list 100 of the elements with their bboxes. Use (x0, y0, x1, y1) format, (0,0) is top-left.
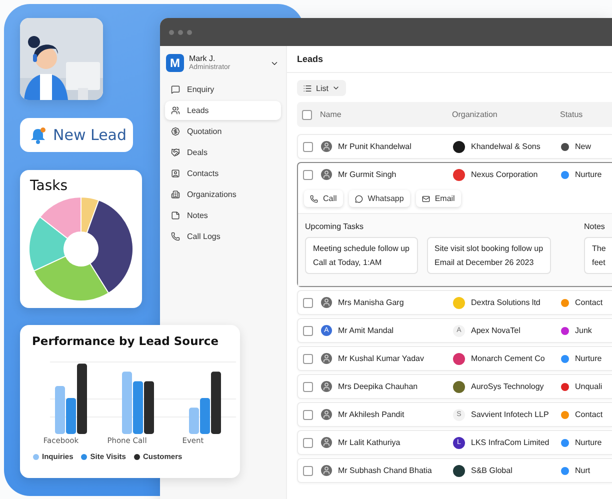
lead-name: Mr Subhash Chand Bhatia (338, 466, 432, 475)
avatar (321, 353, 332, 364)
section-title: Notes (584, 222, 606, 231)
avatar (321, 437, 332, 448)
status-label: Nurture (575, 354, 602, 363)
page-title: Leads (297, 54, 324, 64)
note-card[interactable]: The feet (584, 237, 612, 274)
lead-row[interactable]: Mr Gurmit Singh Nexus Corporation Nurture Call Whatsapp Email Upcoming Tasks Meeting schedule follow up Call at Today, 1:AM Site visit slot booking follow up Email at December 26 2023 Notes The feet (297, 162, 612, 287)
checkbox[interactable] (303, 382, 313, 392)
status-label: Unquali (575, 382, 602, 391)
organization-name: Dextra Solutions ltd (471, 298, 540, 307)
card-title: Tasks (29, 177, 69, 194)
sidebar-item[interactable]: Organizations (165, 185, 281, 204)
status-label: Nurture (575, 438, 602, 447)
checkbox[interactable] (303, 170, 313, 180)
bar (122, 372, 132, 434)
column-header: Status (560, 110, 584, 119)
sidebar-item[interactable]: Enquiry (165, 80, 281, 99)
avatar (321, 141, 332, 152)
checkbox[interactable] (303, 142, 313, 152)
action-button[interactable]: Call (304, 190, 343, 207)
card-title: Performance by Lead Source (31, 333, 220, 348)
lead-row[interactable]: Mrs Manisha Garg Dextra Solutions ltd Contact (297, 290, 612, 315)
organization-name: S&B Global (471, 466, 512, 475)
task-card[interactable]: Site visit slot booking follow up Email at December 26 2023 (426, 237, 552, 274)
message-icon (171, 85, 180, 94)
handshake-icon (171, 148, 180, 157)
sidebar-item[interactable]: Contacts (165, 164, 281, 183)
dollar-icon (171, 127, 180, 136)
lead-name: Mr Akhilesh Pandit (338, 410, 404, 419)
building-icon (171, 190, 180, 199)
status-label: Contact (575, 410, 603, 419)
task-time: Call at Today, 1:AM (313, 258, 383, 267)
avatar (321, 169, 332, 180)
task-time: Email at December 26 2023 (434, 258, 535, 267)
status-label: New (575, 142, 592, 151)
note-icon (171, 211, 180, 220)
status-label: Contact (575, 298, 603, 307)
checkbox[interactable] (303, 410, 313, 420)
checkbox[interactable] (303, 354, 313, 364)
action-button[interactable]: Email (416, 190, 461, 207)
lead-row[interactable]: Mr Subhash Chand Bhatia S&B Global Nurt (297, 458, 612, 483)
note-text: feet (592, 258, 605, 267)
user-name: Mark J. (189, 54, 216, 64)
organization-name: Savvient Infotech LLP (471, 410, 549, 419)
lead-row[interactable]: Mr Punit Khandelwal Khandelwal & Sons New (297, 134, 612, 159)
user-initial: M (166, 54, 184, 72)
status-label: Junk (575, 326, 592, 335)
lead-name: Mrs Manisha Garg (338, 298, 404, 307)
avatar (321, 409, 332, 420)
lead-name: Mr Lalit Kathuriya (338, 438, 400, 447)
users-icon (171, 106, 180, 115)
contact-icon (171, 169, 180, 178)
status-label: Nurture (575, 170, 602, 179)
task-card[interactable]: Meeting schedule follow up Call at Today, 1:AM (305, 237, 418, 274)
checkbox[interactable] (303, 466, 313, 476)
lead-name: Mrs Deepika Chauhan (338, 382, 418, 391)
checkbox[interactable] (302, 110, 312, 120)
organization-name: Monarch Cement Co (471, 354, 545, 363)
chevron-down-icon (332, 84, 340, 92)
sidebar-item[interactable]: Leads (165, 101, 281, 120)
task-title: Meeting schedule follow up (313, 244, 410, 253)
lead-row[interactable]: Mrs Deepika Chauhan AuroSys Technology Unquali (297, 374, 612, 399)
bar (189, 408, 199, 434)
lead-name: Mr Gurmit Singh (338, 170, 396, 179)
list-icon (303, 84, 312, 92)
checkbox[interactable] (303, 438, 313, 448)
avatar (321, 297, 332, 308)
phone-icon (310, 194, 318, 202)
lead-row[interactable]: Mr Kushal Kumar Yadav Monarch Cement Co Nurture (297, 346, 612, 371)
lead-name: Mr Punit Khandelwal (338, 142, 412, 151)
lead-name: Mr Amit Mandal (338, 326, 394, 335)
column-header: Organization (452, 110, 498, 119)
organization-name: Nexus Corporation (471, 170, 538, 179)
note-text: The (592, 244, 605, 253)
new-lead-button[interactable]: New Lead (20, 118, 133, 152)
sidebar-item[interactable]: Quotation (165, 122, 281, 141)
organization-name: Apex NovaTel (471, 326, 520, 335)
organization-name: Khandelwal & Sons (471, 142, 540, 151)
bar (144, 381, 154, 434)
organization-name: LKS InfraCom Limited (471, 438, 550, 447)
checkbox[interactable] (303, 298, 313, 308)
organization-name: AuroSys Technology (471, 382, 544, 391)
sidebar-item[interactable]: Deals (165, 143, 281, 162)
mail-icon (422, 194, 430, 202)
status-label: Nurt (575, 466, 590, 475)
sidebar-item[interactable]: Notes (165, 206, 281, 225)
section-title: Upcoming Tasks (305, 222, 365, 231)
avatar (321, 465, 332, 476)
bar (133, 381, 143, 434)
checkbox[interactable] (303, 326, 313, 336)
task-title: Site visit slot booking follow up (434, 244, 544, 253)
action-button[interactable]: Whatsapp (348, 190, 410, 207)
phone-icon (171, 232, 180, 241)
lead-name: Mr Kushal Kumar Yadav (338, 354, 424, 363)
view-dropdown[interactable]: List (297, 80, 346, 96)
chat-icon (354, 194, 363, 202)
bar (55, 386, 65, 434)
sidebar-item[interactable]: Call Logs (165, 227, 281, 246)
avatar (321, 381, 332, 392)
